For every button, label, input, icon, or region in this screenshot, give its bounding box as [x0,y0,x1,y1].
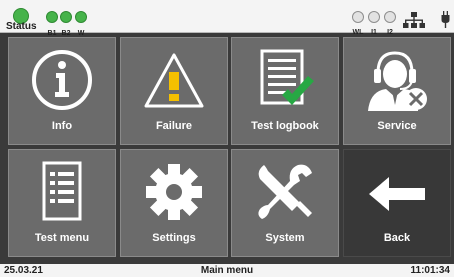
plug-icon [441,11,450,33]
indicator-b2-label: B2 [61,30,71,37]
footer-time: 11:01:34 [410,265,450,276]
indicator-wl: WL [350,10,366,36]
led-b2 [60,11,72,23]
tile-info[interactable]: Info [8,37,116,145]
indicator-b2: B2 [58,10,74,37]
info-icon [32,50,92,110]
indicator-i1: I1 [366,10,382,36]
main-menu-screen: Status B1 B2 W WL I1 I2 Info Failure Tes… [0,0,454,277]
tile-settings[interactable]: Settings [120,149,228,257]
tile-test-logbook-label: Test logbook [251,120,319,132]
tile-back-label: Back [383,232,411,244]
tile-system-label: System [265,232,305,244]
led-b1 [46,11,58,23]
tile-system[interactable]: System [231,149,339,257]
status-label: Status [6,21,37,32]
list-icon [42,161,82,221]
led-i2 [384,11,396,23]
tile-test-logbook[interactable]: Test logbook [231,37,339,145]
checklist-icon [260,49,314,105]
gear-icon [146,164,202,220]
led-wl [352,11,364,23]
arrow-left-icon [369,177,425,211]
tools-icon [258,164,312,219]
indicator-w-label: W [77,30,85,37]
status-bar: Status B1 B2 W WL I1 I2 [0,0,454,37]
indicator-i2: I2 [382,10,398,36]
support-agent-icon [368,51,427,111]
footer-bar: 25.03.21 Main menu 11:01:34 [0,264,454,277]
tile-back[interactable]: Back [343,149,451,257]
tile-test-menu[interactable]: Test menu [8,149,116,257]
footer-title: Main menu [200,265,254,276]
indicator-i2-label: I2 [387,29,393,36]
indicator-w: W [73,10,89,37]
tile-service-label: Service [377,120,417,132]
indicator-wl-label: WL [352,29,364,36]
tile-test-menu-label: Test menu [34,232,90,244]
tile-failure[interactable]: Failure [120,37,228,145]
indicator-i1-label: I1 [371,29,377,36]
network-icon [403,12,425,33]
led-w [75,11,87,23]
tile-info-label: Info [51,120,73,132]
tile-settings-label: Settings [152,232,196,244]
tile-failure-label: Failure [155,120,193,132]
led-i1 [368,11,380,23]
tile-service[interactable]: Service [343,37,451,145]
warning-icon [144,53,204,108]
